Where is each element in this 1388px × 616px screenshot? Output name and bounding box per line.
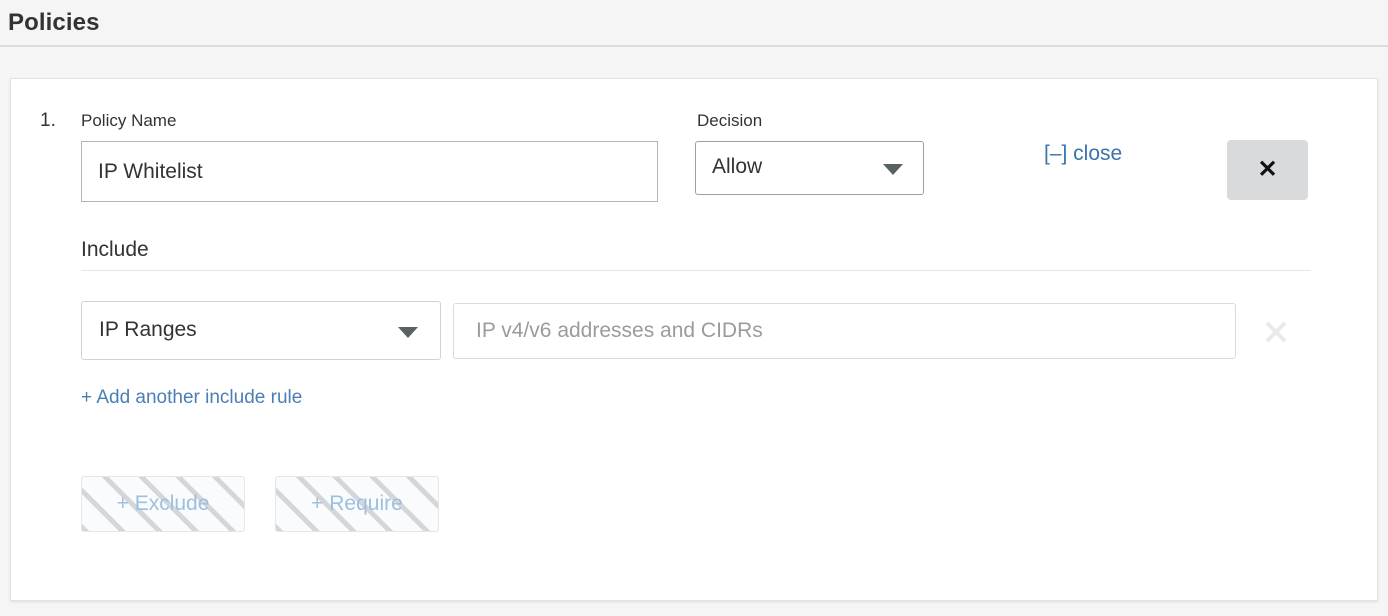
page-header: Policies bbox=[0, 0, 1388, 47]
add-exclude-button[interactable]: + Exclude bbox=[81, 476, 245, 532]
include-section-heading: Include bbox=[81, 238, 149, 261]
policy-name-label: Policy Name bbox=[81, 111, 177, 130]
page-title: Policies bbox=[8, 9, 100, 36]
policy-name-input[interactable] bbox=[81, 141, 658, 202]
decision-label: Decision bbox=[697, 111, 763, 130]
include-rule-type-select[interactable]: IP Ranges bbox=[81, 301, 441, 360]
close-policy-link[interactable]: [–] close bbox=[1044, 142, 1122, 166]
include-rule-type-value: IP Ranges bbox=[99, 318, 197, 341]
add-require-button[interactable]: + Require bbox=[275, 476, 439, 532]
delete-policy-button[interactable]: ✕ bbox=[1227, 140, 1308, 200]
decision-select-value: Allow bbox=[712, 155, 763, 178]
include-rule-value-input[interactable] bbox=[453, 303, 1236, 359]
decision-select[interactable]: Allow bbox=[695, 141, 924, 195]
chevron-down-icon bbox=[398, 327, 418, 338]
policy-index: 1. bbox=[40, 110, 56, 131]
chevron-down-icon bbox=[883, 164, 903, 175]
include-section-divider bbox=[81, 270, 1311, 271]
add-include-rule-link[interactable]: + Add another include rule bbox=[81, 387, 302, 409]
remove-include-rule-icon bbox=[1262, 318, 1290, 346]
